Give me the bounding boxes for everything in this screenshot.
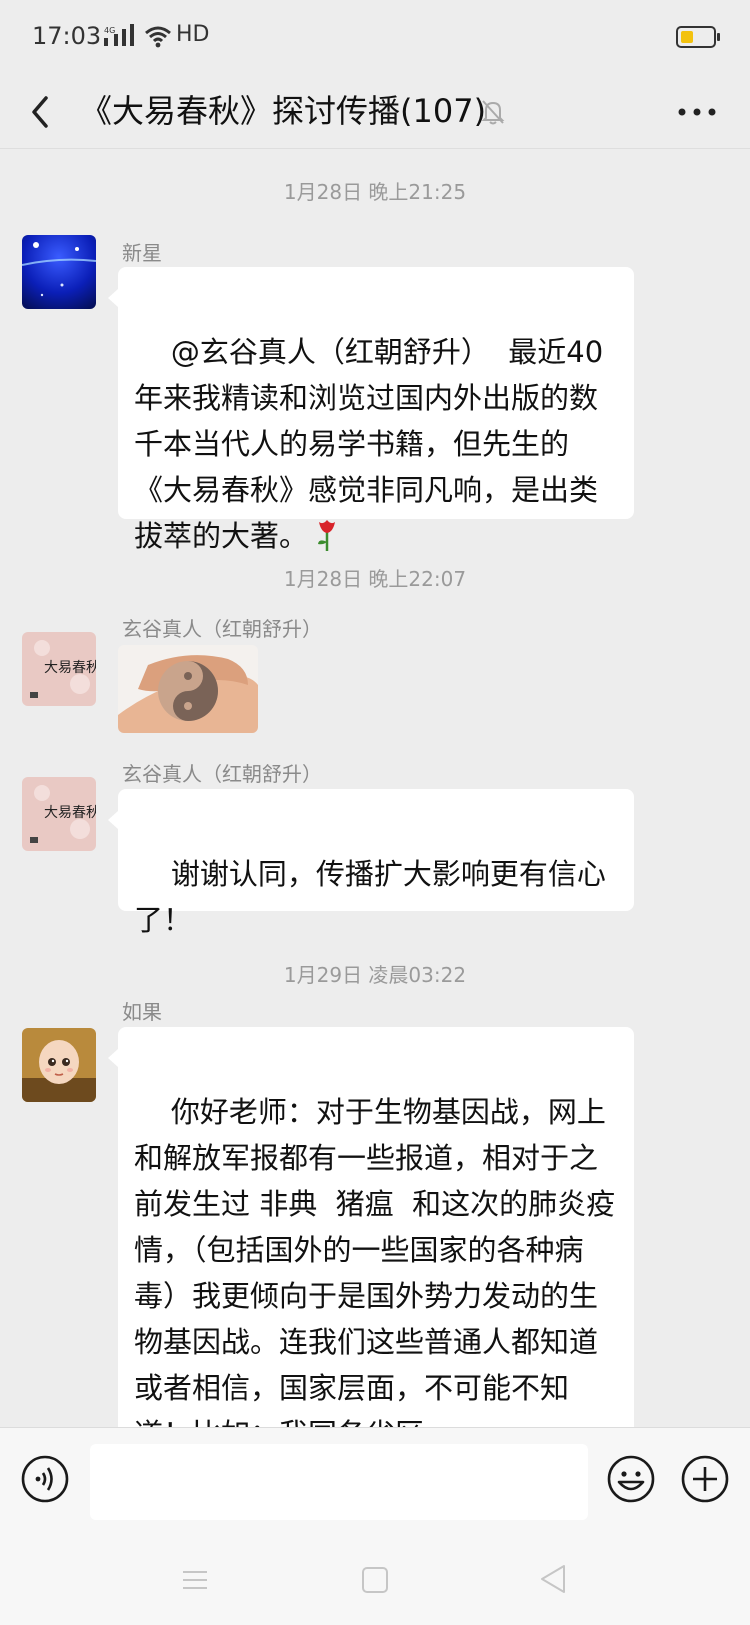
system-nav-bar xyxy=(0,1533,750,1625)
input-bar xyxy=(0,1427,750,1534)
rose-icon xyxy=(318,520,336,551)
bell-off-icon xyxy=(481,100,505,125)
message-list[interactable]: 1月28日 晚上21:25 新星 @玄谷真人（红朝舒升） 最近40年来我精读和浏… xyxy=(0,149,750,1427)
battery-icon xyxy=(676,26,720,48)
starry-night-avatar[interactable] xyxy=(22,235,96,309)
timestamp: 1月29日 凌晨03:22 xyxy=(283,963,467,987)
chat-header: 《大易春秋》探讨传播(107) xyxy=(0,76,750,148)
more-dots-icon[interactable] xyxy=(672,94,722,130)
menu-icon[interactable] xyxy=(180,1565,210,1595)
chevron-left-icon[interactable] xyxy=(24,84,74,140)
sender-name: 如果 xyxy=(122,1000,162,1024)
message-text: @玄谷真人（红朝舒升） 最近40年来我精读和浏览过国内外出版的数千本当代人的易学… xyxy=(134,335,604,553)
book-cover-avatar[interactable]: 大易春秋 xyxy=(22,777,96,851)
svg-text:大易春秋: 大易春秋 xyxy=(44,805,96,821)
plus-circle-icon[interactable] xyxy=(680,1454,730,1504)
cartoon-boy-avatar[interactable] xyxy=(22,1028,96,1102)
timestamp: 1月28日 晚上22:07 xyxy=(283,567,467,591)
status-bar: 17:03 4G HD xyxy=(0,0,750,76)
message-input[interactable] xyxy=(90,1444,588,1520)
status-time: 17:03 xyxy=(32,22,102,50)
yin-yang-hands-sticker[interactable] xyxy=(118,645,258,733)
timestamp: 1月28日 晚上21:25 xyxy=(283,180,467,204)
message-bubble[interactable]: @玄谷真人（红朝舒升） 最近40年来我精读和浏览过国内外出版的数千本当代人的易学… xyxy=(108,267,634,553)
message-text: 你好老师：对于生物基因战，网上和解放军报都有一些报道，相对于之前发生过 非典 猪… xyxy=(134,1095,616,1427)
hd-label: HD xyxy=(176,22,210,47)
voice-icon[interactable] xyxy=(20,1454,70,1504)
message-bubble[interactable]: 你好老师：对于生物基因战，网上和解放军报都有一些报道，相对于之前发生过 非典 猪… xyxy=(108,1027,634,1427)
signal-icon: 4G xyxy=(104,24,134,46)
wifi-icon xyxy=(145,26,171,48)
back-triangle-icon[interactable] xyxy=(538,1563,568,1595)
message-bubble[interactable]: 谢谢认同，传播扩大影响更有信心了！ xyxy=(108,789,634,937)
sender-name: 新星 xyxy=(122,241,162,265)
home-square-icon[interactable] xyxy=(360,1565,390,1595)
book-cover-avatar[interactable]: 大易春秋 xyxy=(22,632,96,706)
chat-title: 《大易春秋》探讨传播(107) xyxy=(80,92,487,130)
network-label: 4G xyxy=(104,26,115,35)
svg-text:大易春秋: 大易春秋 xyxy=(44,660,96,676)
smiley-icon[interactable] xyxy=(606,1454,656,1504)
sender-name: 玄谷真人（红朝舒升） xyxy=(122,762,322,786)
sender-name: 玄谷真人（红朝舒升） xyxy=(122,617,322,641)
message-text: 谢谢认同，传播扩大影响更有信心了！ xyxy=(134,857,606,937)
